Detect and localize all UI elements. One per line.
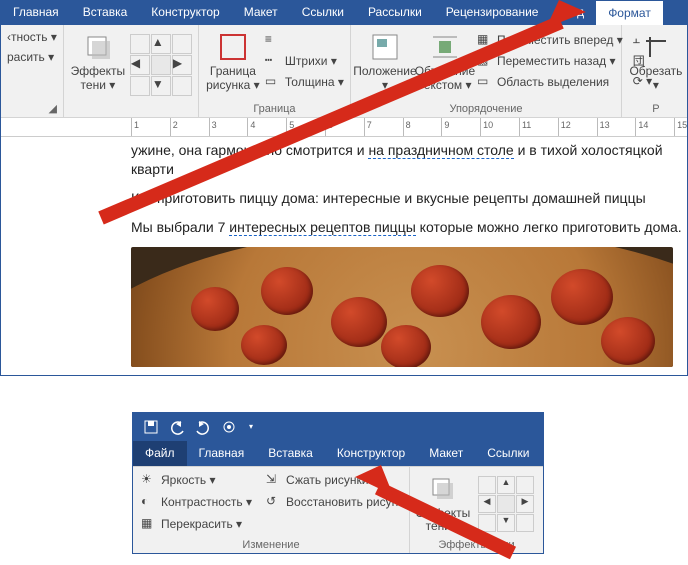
border-thickness-button[interactable]: ▭Толщина ▾ — [265, 73, 344, 91]
compress-pictures-button[interactable]: ⇲Сжать рисунки — [266, 471, 410, 489]
selection-pane-button[interactable]: ▭Область выделения — [477, 73, 623, 91]
tab-format[interactable]: Формат — [596, 0, 663, 25]
shadow-nudge-grid-2[interactable]: ▲ ◀▶ ▼ — [478, 476, 534, 532]
border-dashes-button[interactable]: ┅Штрихи ▾ — [265, 52, 344, 70]
tab-home[interactable]: Главная — [1, 0, 71, 25]
wrap-text-button[interactable]: Обтекание текстом ▾ — [417, 29, 473, 101]
tab-design[interactable]: Конструктор — [139, 0, 231, 25]
redo-icon[interactable] — [195, 419, 211, 435]
inserted-picture[interactable] — [131, 247, 673, 367]
quick-access-toolbar: ▾ — [133, 413, 543, 441]
qat-more-icon[interactable]: ▾ — [249, 422, 253, 431]
tab-design-2[interactable]: Конструктор — [325, 441, 417, 466]
doc-paragraph: ужине, она гармонично смотрится и на пра… — [131, 141, 688, 179]
shadow-nudge-grid[interactable]: ▲ ◀▶ ▼ — [130, 34, 192, 96]
recolor-icon: ▦ — [141, 516, 157, 532]
bring-forward-icon: ▦ — [477, 32, 493, 48]
tab-review[interactable]: Рецензирование — [434, 0, 551, 25]
horizontal-ruler[interactable]: 12345678910111213141516 — [1, 118, 687, 137]
tab-layout[interactable]: Макет — [232, 0, 290, 25]
ribbon-tabs-bottom: Файл Главная Вставка Конструктор Макет С… — [133, 441, 543, 466]
tab-references-2[interactable]: Ссылки — [475, 441, 541, 466]
dashes-icon: ┅ — [265, 53, 281, 69]
save-icon[interactable] — [143, 419, 159, 435]
shadow-effects-button-2[interactable]: Эффекты тени ▾ — [418, 471, 468, 537]
position-button[interactable]: Положение ▾ — [357, 29, 413, 101]
send-backward-icon: ▧ — [477, 53, 493, 69]
group-label-shadow: Эффекты тени — [418, 537, 535, 551]
position-icon — [369, 31, 401, 63]
crop-button[interactable]: Обрезать ▾ — [628, 29, 684, 101]
border-weight-row[interactable]: ≡≡ — [265, 31, 344, 49]
ribbon-tabs: Главная Вставка Конструктор Макет Ссылки… — [1, 0, 687, 25]
reset-picture-button[interactable]: ↺Восстановить рисунок — [266, 493, 410, 511]
group-label-size: Р — [628, 101, 684, 115]
group-label-border: Граница — [205, 101, 344, 115]
group-label-arrange: Упорядочение — [357, 101, 615, 115]
tab-insert[interactable]: Вставка — [71, 0, 140, 25]
picture-border-button[interactable]: Граница рисунка ▾ — [205, 29, 261, 101]
doc-paragraph: Как приготовить пиццу дома: интересные и… — [131, 189, 688, 208]
lines-icon: ≡ — [265, 32, 281, 48]
bring-forward-button[interactable]: ▦Переместить вперед ▾ — [477, 31, 623, 49]
brightness-button[interactable]: ☀Яркость ▾ — [141, 471, 252, 489]
doc-paragraph: Мы выбрали 7 интересных рецептов пиццы к… — [131, 218, 688, 237]
shadow-icon — [82, 31, 114, 63]
crop-icon — [640, 31, 672, 63]
tab-home-2[interactable]: Главная — [187, 441, 257, 466]
tab-references[interactable]: Ссылки — [290, 0, 356, 25]
send-backward-button[interactable]: ▧Переместить назад ▾ — [477, 52, 623, 70]
selection-icon: ▭ — [477, 74, 493, 90]
recolor-button[interactable]: ▦Перекрасить ▾ — [141, 515, 252, 533]
thickness-icon: ▭ — [265, 74, 281, 90]
partial-btn-2[interactable]: расить ▾ — [7, 49, 57, 65]
tab-view[interactable]: Вид — [550, 0, 596, 25]
touch-mode-icon[interactable] — [221, 419, 237, 435]
tab-mailings[interactable]: Рассылки — [356, 0, 434, 25]
contrast-icon: ◐ — [141, 494, 157, 510]
ribbon: ‹тность ▾ расить ▾ ◢ Эффекты тени ▾ ▲ ◀▶… — [1, 25, 687, 118]
contrast-button[interactable]: ◐Контрастность ▾ — [141, 493, 252, 511]
document-body[interactable]: ужине, она гармонично смотрится и на пра… — [1, 137, 688, 375]
reset-icon: ↺ — [266, 494, 282, 510]
shadow-effects-button[interactable]: Эффекты тени ▾ — [70, 29, 126, 101]
compress-icon: ⇲ — [266, 472, 282, 488]
brightness-icon: ☀ — [141, 472, 157, 488]
tab-insert-2[interactable]: Вставка — [256, 441, 325, 466]
partial-btn-1[interactable]: ‹тность ▾ — [7, 29, 57, 45]
border-icon — [217, 31, 249, 63]
group-label-change: Изменение — [141, 537, 401, 551]
tab-layout-2[interactable]: Макет — [417, 441, 475, 466]
group-launcher-icon[interactable]: ◢ — [7, 100, 57, 115]
undo-icon[interactable] — [169, 419, 185, 435]
wrap-icon — [429, 31, 461, 63]
tab-file[interactable]: Файл — [133, 441, 187, 466]
shadow-icon — [427, 473, 459, 505]
